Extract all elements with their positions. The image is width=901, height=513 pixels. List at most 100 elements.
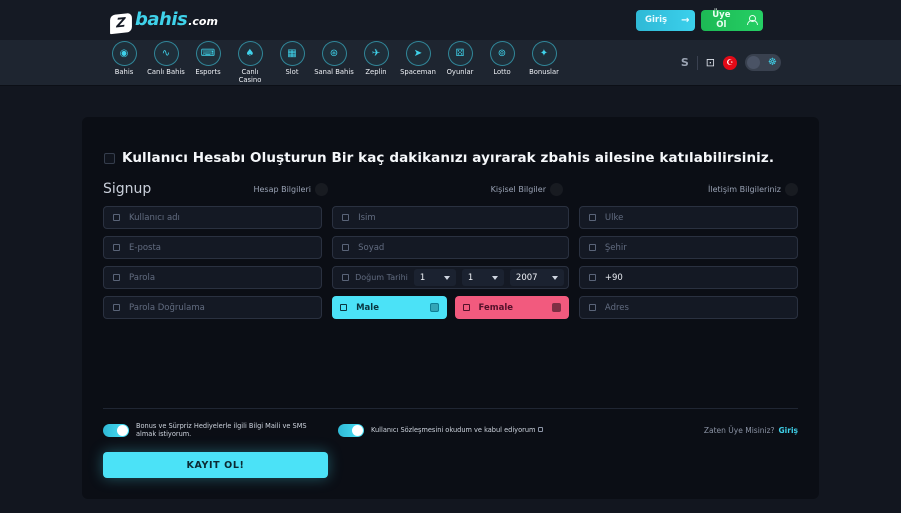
phone-input[interactable] [605, 273, 788, 283]
nav-items: ◉ Bahis ∿ Canlı Bahis ⌨ Esports ♠ Canlı … [103, 41, 565, 84]
casino-chip-icon: ♠ [238, 41, 263, 66]
theme-settings-toggle[interactable]: ☸ [745, 54, 781, 71]
nav-item-bonuslar[interactable]: ✦ Bonuslar [523, 41, 565, 84]
signup-title: Signup [103, 181, 151, 197]
address-input[interactable] [605, 303, 788, 313]
terms-toggle[interactable] [338, 424, 364, 437]
nav-item-canli-casino[interactable]: ♠ Canlı Casino [229, 41, 271, 84]
headline-checkbox[interactable] [104, 153, 115, 164]
login-button[interactable]: Giriş → [636, 10, 695, 31]
nav-right-controls: S ⊡ ☪ ☸ [681, 54, 781, 71]
password-input[interactable] [129, 273, 312, 283]
gear-icon: ☸ [768, 57, 777, 68]
marketing-consent: Bonus ve Sürpriz Hediyelerle ilgili Bilg… [103, 422, 328, 438]
username-field[interactable] [103, 206, 322, 229]
user-icon [113, 214, 120, 221]
chevron-down-icon [492, 276, 498, 280]
marketing-toggle[interactable] [103, 424, 129, 437]
nav-item-label: Spaceman [400, 69, 436, 76]
nav-item-lotto[interactable]: ⊚ Lotto [481, 41, 523, 84]
country-input[interactable] [605, 213, 788, 223]
calendar-icon [342, 274, 349, 281]
section-account: Signup Hesap Bilgileri [103, 181, 328, 197]
live-signal-icon: ∿ [154, 41, 179, 66]
birth-month-select[interactable]: 1 [462, 269, 504, 286]
phone-icon [589, 274, 596, 281]
user-icon [342, 244, 349, 251]
gender-female-button[interactable]: Female [455, 296, 569, 319]
username-input[interactable] [129, 213, 312, 223]
birth-year-select[interactable]: 2007 [510, 269, 564, 286]
external-link-icon[interactable] [538, 427, 543, 432]
city-input[interactable] [605, 243, 788, 253]
turkish-flag-icon[interactable]: ☪ [723, 56, 737, 70]
firstname-field[interactable] [332, 206, 569, 229]
nav-item-label: Esports [195, 69, 220, 76]
terms-consent-label: Kullanıcı Sözleşmesini okudum ve kabul e… [371, 426, 543, 434]
lastname-field[interactable] [332, 236, 569, 259]
soccer-ball-icon: ◉ [112, 41, 137, 66]
marketing-consent-label: Bonus ve Sürpriz Hediyelerle ilgili Bilg… [136, 422, 328, 438]
location-icon [589, 304, 596, 311]
register-submit-button[interactable]: KAYIT OL! [103, 452, 328, 478]
password-field[interactable] [103, 266, 322, 289]
tv-icon[interactable]: ⊡ [706, 56, 715, 69]
toggle-knob [747, 56, 760, 69]
gamepad-icon: ⌨ [196, 41, 221, 66]
nav-item-label: Canlı Casino [230, 69, 270, 84]
user-plus-icon [747, 15, 754, 25]
nav-item-zeplin[interactable]: ✈ Zeplin [355, 41, 397, 84]
gender-male-label: Male [356, 303, 379, 313]
nav-item-bahis[interactable]: ◉ Bahis [103, 41, 145, 84]
toggle-knob [352, 425, 363, 436]
nav-item-label: Lotto [493, 69, 510, 76]
firstname-input[interactable] [358, 213, 559, 223]
toggle-knob [117, 425, 128, 436]
site-logo[interactable]: Z bahis .com [110, 9, 218, 31]
birth-day-select[interactable]: 1 [414, 269, 456, 286]
phone-field[interactable] [579, 266, 798, 289]
slot-machine-icon: ▦ [280, 41, 305, 66]
member-login-link[interactable]: Giriş [779, 426, 798, 435]
country-field[interactable] [579, 206, 798, 229]
arrow-right-icon: → [681, 15, 689, 26]
nav-item-oyunlar[interactable]: ⚄ Oyunlar [439, 41, 481, 84]
main-content: Kullanıcı Hesabı Oluşturun Bir kaç dakik… [0, 86, 901, 499]
city-field[interactable] [579, 236, 798, 259]
zeppelin-icon: ✈ [364, 41, 389, 66]
nav-item-sanal-bahis[interactable]: ⊛ Sanal Bahis [313, 41, 355, 84]
male-checkbox [430, 303, 439, 312]
nav-item-canli-bahis[interactable]: ∿ Canlı Bahis [145, 41, 187, 84]
section-header-row: Signup Hesap Bilgileri Kişisel Bilgiler … [103, 181, 798, 197]
email-field[interactable] [103, 236, 322, 259]
email-input[interactable] [129, 243, 312, 253]
birthdate-label: Doğum Tarihi [355, 273, 408, 282]
nav-item-spaceman[interactable]: ➤ Spaceman [397, 41, 439, 84]
password-confirm-input[interactable] [129, 303, 312, 313]
submit-row: KAYIT OL! [103, 452, 798, 478]
headline-row: Kullanıcı Hesabı Oluşturun Bir kaç dakik… [103, 150, 798, 166]
lastname-input[interactable] [358, 243, 559, 253]
section-label-contact: İletişim Bilgileriniz [708, 185, 781, 194]
birthdate-field: Doğum Tarihi 1 1 2007 [332, 266, 569, 289]
city-icon [589, 244, 596, 251]
lotto-balls-icon: ⊚ [490, 41, 515, 66]
nav-item-esports[interactable]: ⌨ Esports [187, 41, 229, 84]
password-confirm-field[interactable] [103, 296, 322, 319]
lock-icon [113, 304, 120, 311]
address-field[interactable] [579, 296, 798, 319]
register-button[interactable]: Üye Ol [701, 10, 763, 31]
logo-tld: .com [188, 15, 218, 28]
nav-item-slot[interactable]: ▦ Slot [271, 41, 313, 84]
male-icon [340, 304, 347, 311]
section-step-badge [785, 183, 798, 196]
mail-icon [113, 244, 120, 251]
topbar: Z bahis .com Giriş → Üye Ol [0, 0, 901, 40]
live-support-icon[interactable]: S [681, 56, 689, 69]
gender-male-button[interactable]: Male [332, 296, 446, 319]
user-icon [342, 214, 349, 221]
section-step-badge [315, 183, 328, 196]
logo-z-icon: Z [110, 13, 132, 34]
nav-item-label: Zeplin [365, 69, 386, 76]
section-label-account: Hesap Bilgileri [253, 185, 311, 194]
